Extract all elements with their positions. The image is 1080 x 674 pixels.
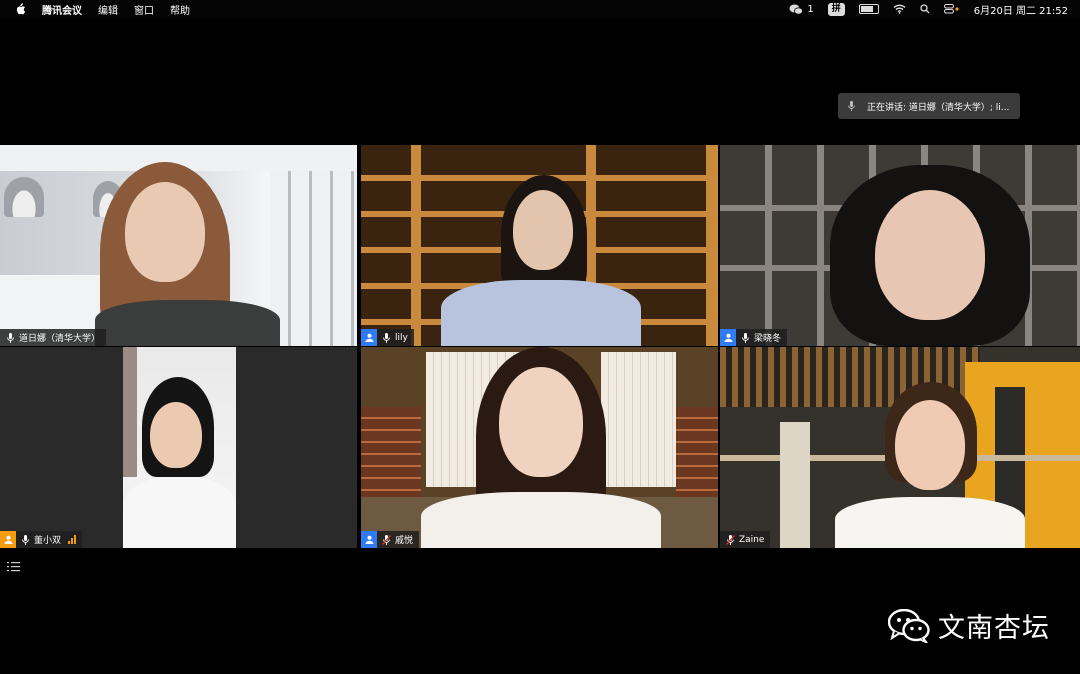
wechat-icon xyxy=(789,4,804,15)
microphone-icon xyxy=(6,332,14,343)
participant-name: 董小双 xyxy=(34,536,62,546)
participant-name: lily xyxy=(395,332,408,343)
participant-label: lily xyxy=(361,329,414,346)
video-tile-6[interactable]: Zaine xyxy=(720,347,1080,548)
wifi-icon[interactable] xyxy=(893,4,906,14)
control-center-icon[interactable] xyxy=(943,4,960,14)
app-name-menu[interactable]: 腾讯会议 xyxy=(42,2,82,17)
microphone-icon xyxy=(21,534,29,545)
microphone-muted-icon xyxy=(725,534,735,545)
user-avatar-icon xyxy=(4,535,12,544)
video-tile-4[interactable]: 董小双 xyxy=(0,347,357,548)
user-avatar-icon xyxy=(365,535,373,544)
participant-name: 道日娜（清华大学） xyxy=(19,334,101,344)
speaking-indicator: 正在讲话: 道日娜（清华大学）; li... xyxy=(838,93,1020,119)
menu-help[interactable]: 帮助 xyxy=(170,2,190,17)
watermark-text: 文南杏坛 xyxy=(938,613,1050,644)
participant-video xyxy=(123,377,236,548)
participant-video xyxy=(85,160,285,346)
menu-edit[interactable]: 编辑 xyxy=(98,2,118,17)
apple-icon[interactable] xyxy=(14,3,26,15)
watermark: 文南杏坛 xyxy=(888,606,1050,645)
clock[interactable]: 6月20日 周二 21:52 xyxy=(974,2,1068,17)
wechat-status[interactable]: 1 xyxy=(789,3,814,15)
wechat-logo-icon xyxy=(888,608,930,643)
menu-bar: 腾讯会议 编辑 窗口 帮助 1 拼 6月20日 周二 21:52 xyxy=(0,0,1080,18)
battery-icon[interactable] xyxy=(858,4,879,14)
microphone-muted-icon xyxy=(381,534,391,545)
speaking-text: 正在讲话: 道日娜（清华大学）; li... xyxy=(867,102,1010,113)
input-method-badge[interactable]: 拼 xyxy=(827,2,845,16)
user-avatar-icon xyxy=(724,333,732,342)
network-signal-icon xyxy=(68,535,77,544)
microphone-icon xyxy=(848,101,855,111)
participant-label: 道日娜（清华大学） xyxy=(0,329,107,346)
menu-window[interactable]: 窗口 xyxy=(134,2,154,17)
user-avatar-icon xyxy=(365,333,373,342)
microphone-icon xyxy=(382,332,390,343)
participant-video xyxy=(815,165,1050,346)
video-tile-3[interactable]: 梁晓冬 xyxy=(720,145,1080,346)
wechat-count: 1 xyxy=(807,3,814,15)
participant-label: Zaine xyxy=(720,531,771,548)
participant-label: 董小双 xyxy=(0,531,83,548)
participant-name: Zaine xyxy=(739,534,765,545)
participant-video xyxy=(441,175,641,346)
search-icon[interactable] xyxy=(920,4,930,14)
video-tile-5[interactable]: 戚悦 xyxy=(361,347,718,548)
microphone-icon xyxy=(741,332,749,343)
participant-label: 梁晓冬 xyxy=(720,329,788,346)
participant-name: 梁晓冬 xyxy=(754,334,782,344)
video-tile-1[interactable]: 道日娜（清华大学） xyxy=(0,145,357,346)
participant-label: 戚悦 xyxy=(361,531,420,548)
participant-name: 戚悦 xyxy=(395,536,414,546)
participant-video xyxy=(421,347,661,548)
video-tile-2[interactable]: lily xyxy=(361,145,718,346)
participant-list-icon[interactable] xyxy=(7,561,20,572)
participant-video xyxy=(835,382,1025,548)
